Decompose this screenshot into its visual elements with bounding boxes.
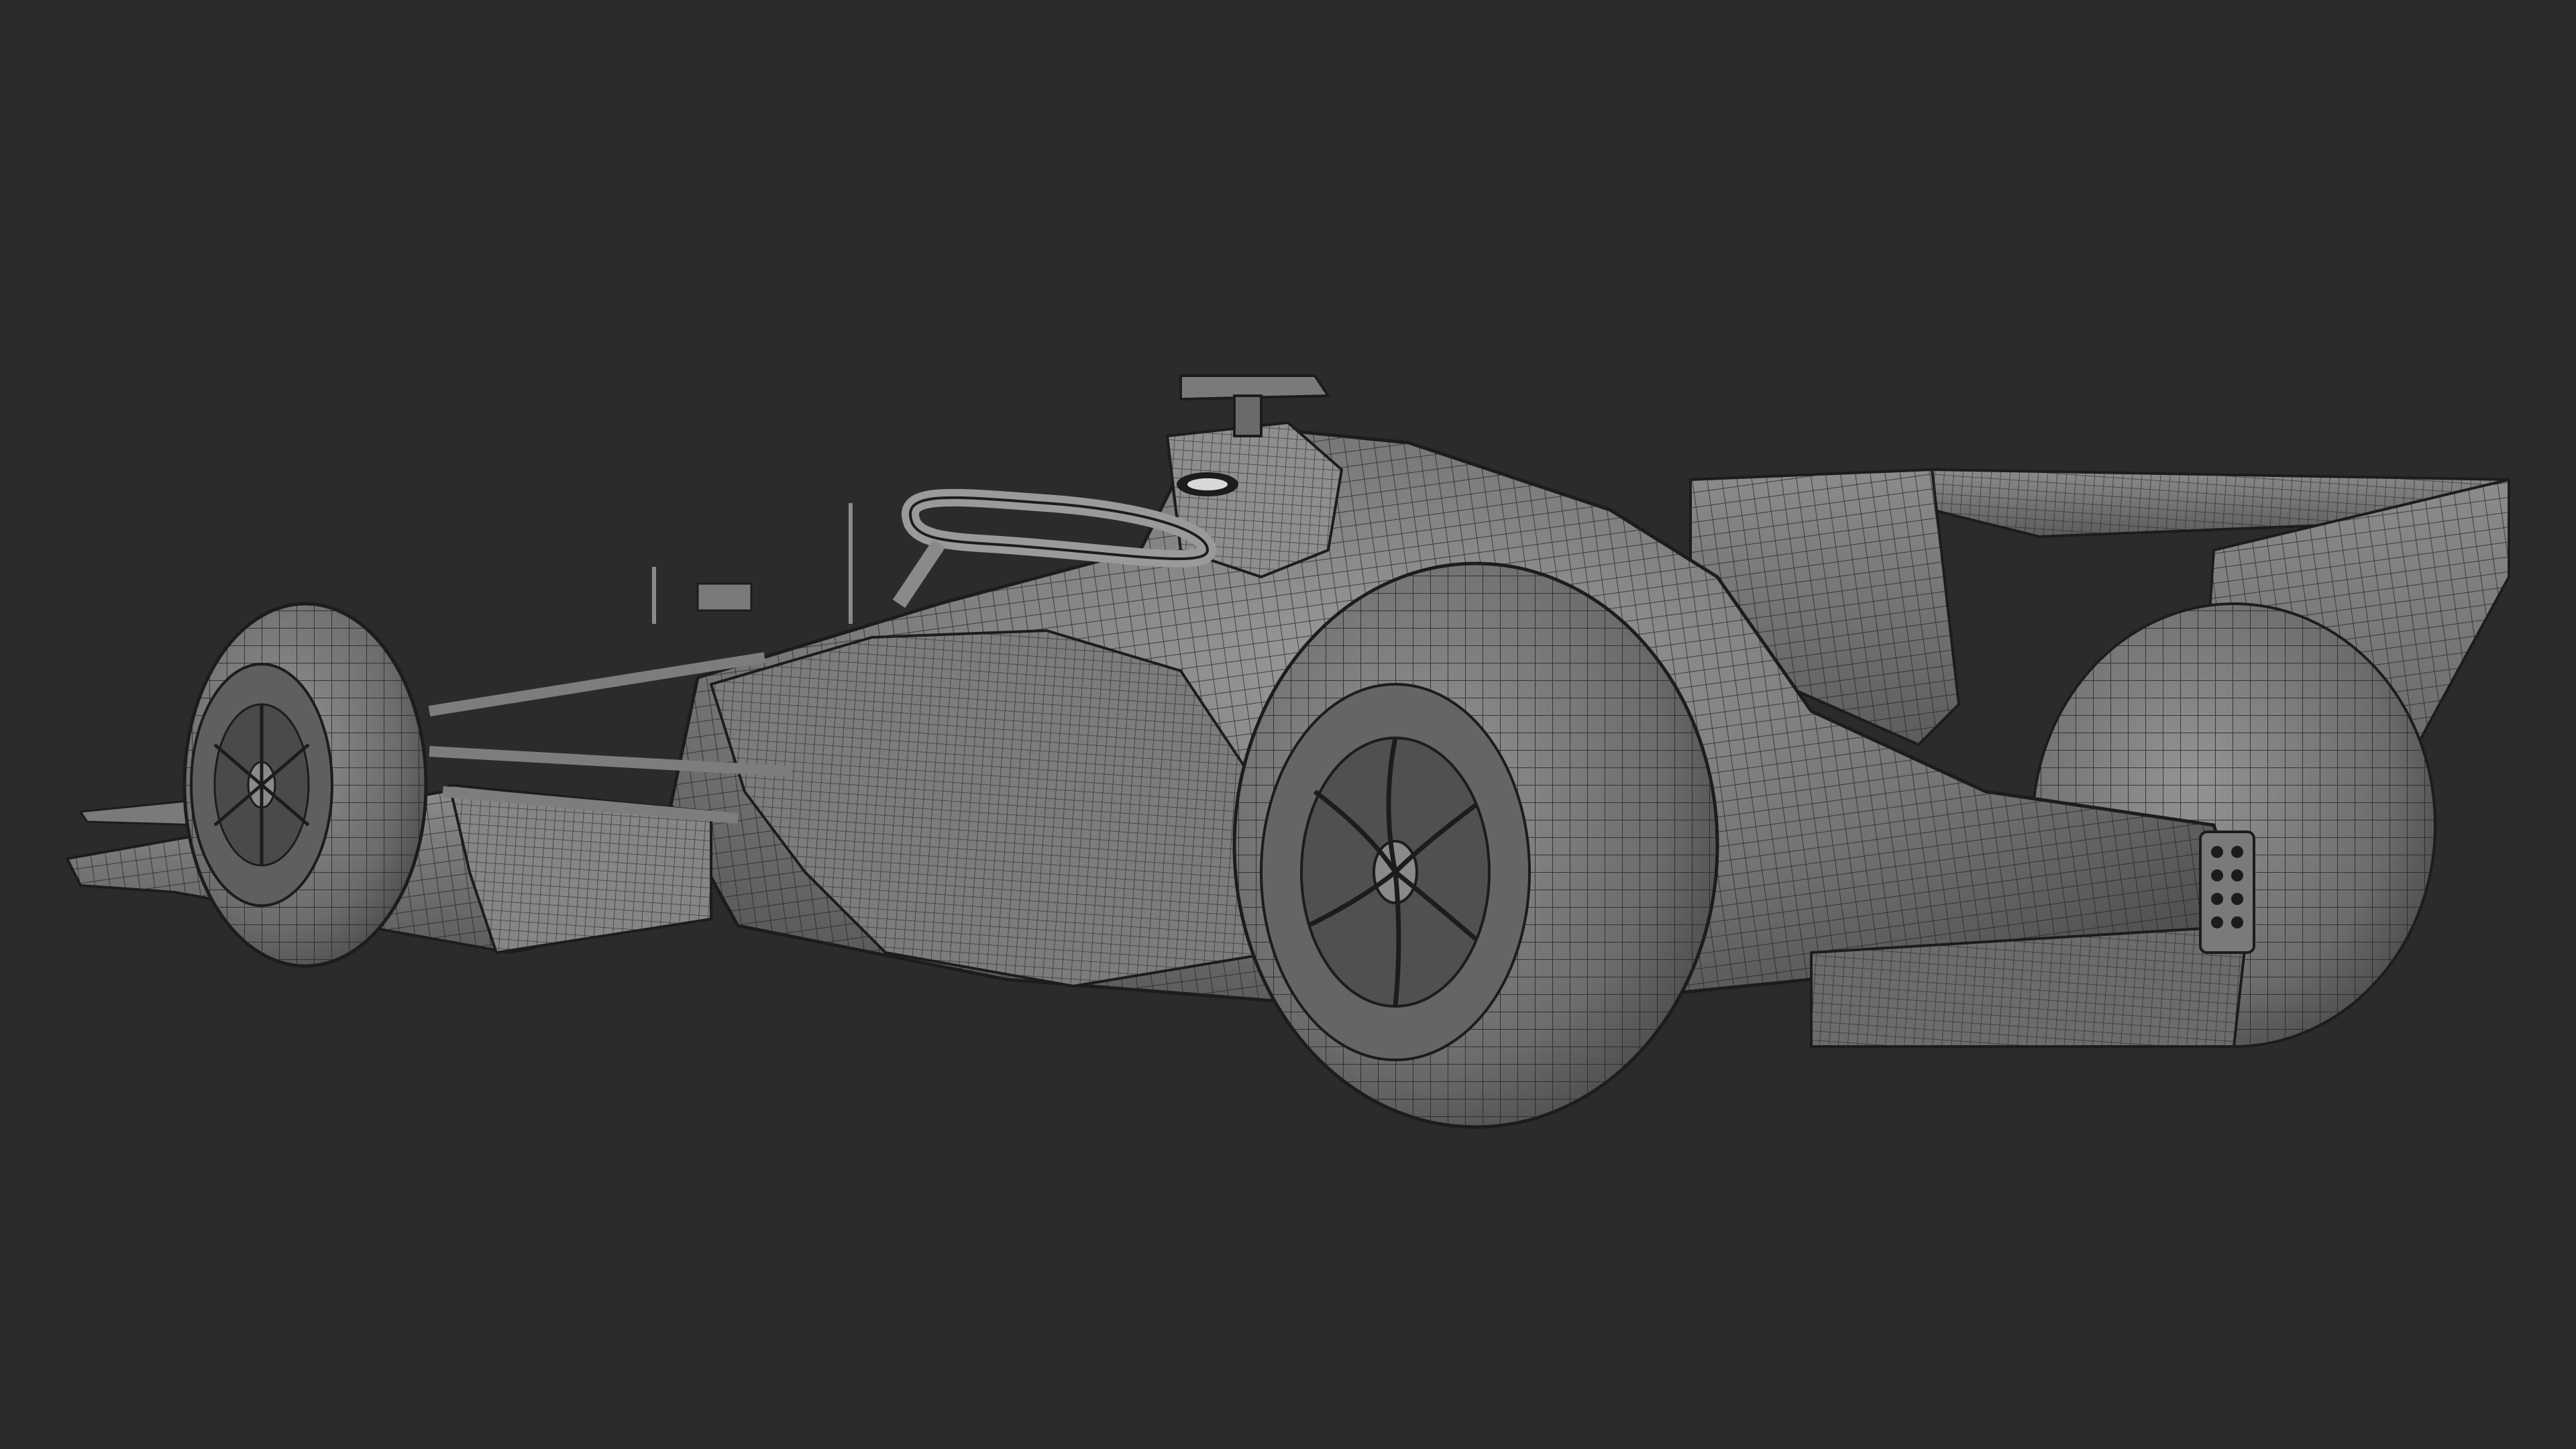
race-car-wireframe-model[interactable] <box>0 0 2576 1449</box>
t-camera <box>1179 374 1331 437</box>
3d-viewport[interactable] <box>0 0 2576 1449</box>
antennas <box>652 503 853 624</box>
front-left-tire <box>182 602 428 968</box>
rear-right-tire <box>1232 561 1719 1129</box>
